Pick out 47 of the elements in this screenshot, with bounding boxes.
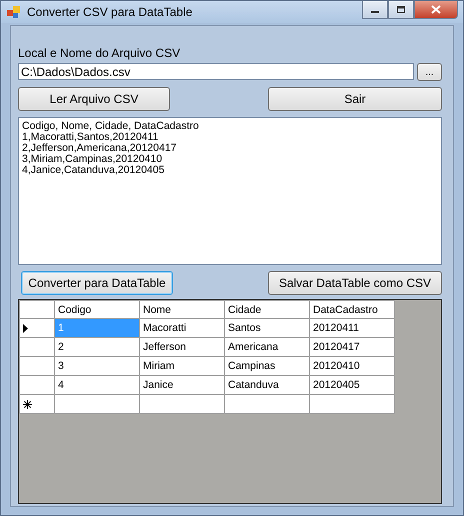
table-cell[interactable]: Janice	[140, 376, 224, 394]
table-cell[interactable]: 2	[54, 338, 140, 356]
table-cell[interactable]: Santos	[224, 318, 310, 338]
table-cell[interactable]: 20120410	[310, 356, 394, 376]
close-button[interactable]	[414, 1, 458, 19]
file-path-field[interactable]: C:\Dados\Dados.csv	[18, 63, 414, 80]
read-file-button[interactable]: Ler Arquivo CSV	[18, 87, 170, 111]
table-cell[interactable]: 3	[54, 356, 140, 376]
browse-button[interactable]: ...	[417, 63, 442, 81]
text-line: 1,Macoratti,Santos,20120411	[22, 132, 158, 143]
minimize-button[interactable]	[362, 1, 388, 19]
row-header[interactable]	[20, 318, 54, 338]
current-row-icon	[23, 324, 28, 332]
table-cell[interactable]: Campinas	[224, 356, 310, 376]
row-header[interactable]	[20, 394, 54, 414]
column-header[interactable]: DataCadastro	[310, 300, 394, 318]
maximize-button[interactable]	[388, 1, 414, 19]
table-cell[interactable]	[140, 394, 224, 414]
text-line: 4,Janice,Catanduva,20120405	[22, 165, 164, 176]
app-icon	[7, 5, 21, 19]
table-cell[interactable]: Americana	[224, 338, 310, 356]
column-header[interactable]: Nome	[140, 300, 224, 318]
table-cell[interactable]	[224, 394, 310, 414]
window-title: Converter CSV para DataTable	[27, 5, 192, 19]
table-cell[interactable]: Miriam	[140, 356, 224, 376]
text-area[interactable]: Codigo, Nome, Cidade, DataCadastro 1,Macoratti,Santos,20120411 2,Jefferson,Americana,20120417 3,Miriam,Campinas,20120410 4,Janice,Catanduva,20120405	[18, 117, 442, 265]
table-cell[interactable]: 20120411	[310, 318, 394, 338]
table-cell[interactable]: 20120405	[310, 376, 394, 394]
table-cell[interactable]: Macoratti	[140, 318, 224, 338]
table-cell[interactable]: Catanduva	[224, 376, 310, 394]
table-cell[interactable]: 4	[54, 376, 140, 394]
text-line: Codigo, Nome, Cidade, DataCadastro	[22, 121, 199, 132]
text-line: 2,Jefferson,Americana,20120417	[22, 143, 176, 154]
maximize-icon	[396, 5, 406, 14]
convert-button[interactable]: Converter para DataTable	[21, 271, 173, 295]
table-cell[interactable]	[54, 394, 140, 414]
save-csv-button[interactable]: Salvar DataTable como CSV	[268, 271, 442, 295]
exit-button[interactable]: Sair	[268, 87, 442, 111]
column-header[interactable]: Cidade	[224, 300, 310, 318]
text-line: 3,Miriam,Campinas,20120410	[22, 154, 162, 165]
file-label: Local e Nome do Arquivo CSV	[18, 46, 182, 60]
table-cell[interactable]	[310, 394, 394, 414]
close-icon	[431, 5, 441, 14]
table-cell[interactable]: 20120417	[310, 338, 394, 356]
table-cell[interactable]: Jefferson	[140, 338, 224, 356]
column-header[interactable]: Codigo	[54, 300, 140, 318]
new-row-icon	[23, 400, 32, 408]
